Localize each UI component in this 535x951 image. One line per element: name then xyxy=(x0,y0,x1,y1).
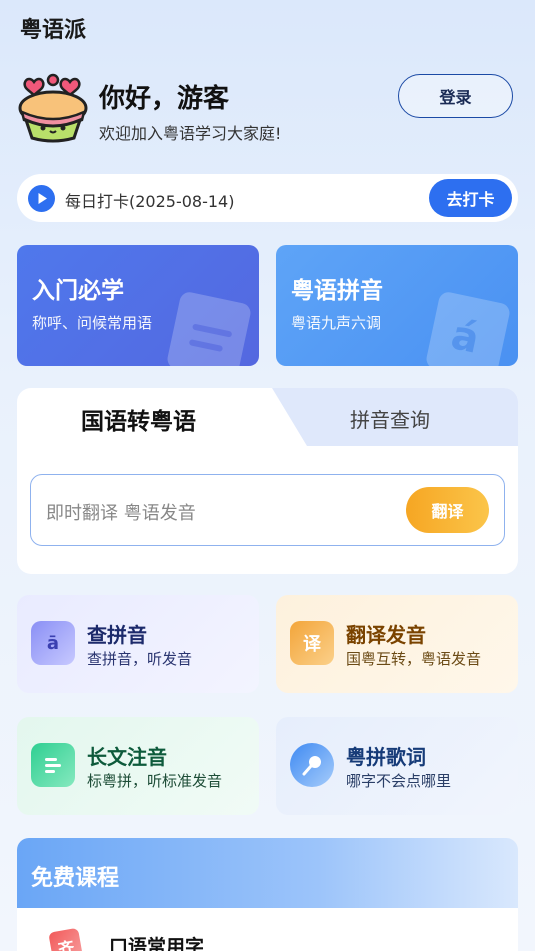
feature-card-beginner[interactable]: 入门必学 称呼、问候常用语 xyxy=(17,245,259,366)
daily-checkin-bar[interactable]: 每日打卡(2025-08-14) 去打卡 xyxy=(17,174,518,222)
app-title: 粤语派 xyxy=(20,18,87,43)
login-button[interactable]: 登录 xyxy=(398,74,513,118)
greeting-text: 你好，游客 xyxy=(99,84,230,114)
play-icon xyxy=(28,185,55,212)
course-list: 齐 口语常用字 xyxy=(17,908,518,951)
tool-title: 长文注音 xyxy=(87,745,167,769)
translate-icon: 译 xyxy=(290,621,334,665)
pinyin-card-icon: ā xyxy=(31,621,75,665)
free-courses-header: 免费课程 xyxy=(17,838,518,908)
pie-mascot-icon xyxy=(18,73,88,143)
feature-card-title: 粤语拼音 xyxy=(291,278,383,304)
tool-subtitle: 查拼音，听发音 xyxy=(87,650,193,668)
tool-card-pinyin-lookup[interactable]: ā 查拼音 查拼音，听发音 xyxy=(17,595,259,693)
tool-card-long-text-annotation[interactable]: 长文注音 标粤拼，听标准发音 xyxy=(17,717,259,815)
welcome-text: 欢迎加入粤语学习大家庭! xyxy=(99,124,282,143)
pinyin-tone-icon: á xyxy=(424,290,512,366)
tool-card-translate-pronounce[interactable]: 译 翻译发音 国粤互转，粤语发音 xyxy=(276,595,518,693)
translate-button[interactable]: 翻译 xyxy=(406,487,489,533)
checkin-date-text: 每日打卡(2025-08-14) xyxy=(65,192,235,211)
microphone-icon xyxy=(290,743,334,787)
document-icon xyxy=(165,290,253,366)
tool-card-lyrics[interactable]: 粤拼歌词 哪字不会点哪里 xyxy=(276,717,518,815)
checkin-button[interactable]: 去打卡 xyxy=(429,179,512,217)
tab-mandarin-to-cantonese[interactable]: 国语转粤语 xyxy=(81,402,196,436)
feature-card-pinyin[interactable]: 粤语拼音 粤语九声六调 á xyxy=(276,245,518,366)
tool-title: 粤拼歌词 xyxy=(346,745,426,769)
tool-subtitle: 国粤互转，粤语发音 xyxy=(346,650,482,668)
translate-input-placeholder: 即时翻译 粤语发音 xyxy=(46,503,196,524)
tool-subtitle: 哪字不会点哪里 xyxy=(346,772,452,790)
tool-subtitle: 标粤拼，听标准发音 xyxy=(87,772,223,790)
avatar[interactable] xyxy=(16,70,90,144)
document-lines-icon xyxy=(31,743,75,787)
tool-title: 查拼音 xyxy=(87,623,147,647)
translate-input[interactable]: 即时翻译 粤语发音 翻译 xyxy=(30,474,505,546)
feature-card-subtitle: 粤语九声六调 xyxy=(291,314,382,332)
translator-panel: 国语转粤语 拼音查询 即时翻译 粤语发音 翻译 xyxy=(17,388,518,574)
tab-pinyin-lookup[interactable]: 拼音查询 xyxy=(350,404,430,433)
course-card-icon: 齐 xyxy=(48,927,84,951)
course-item-title[interactable]: 口语常用字 xyxy=(109,932,204,951)
tool-title: 翻译发音 xyxy=(346,623,426,647)
translator-tabs: 国语转粤语 拼音查询 xyxy=(17,388,518,446)
feature-card-subtitle: 称呼、问候常用语 xyxy=(32,314,153,332)
feature-card-title: 入门必学 xyxy=(32,278,124,304)
free-courses-title: 免费课程 xyxy=(31,866,120,891)
